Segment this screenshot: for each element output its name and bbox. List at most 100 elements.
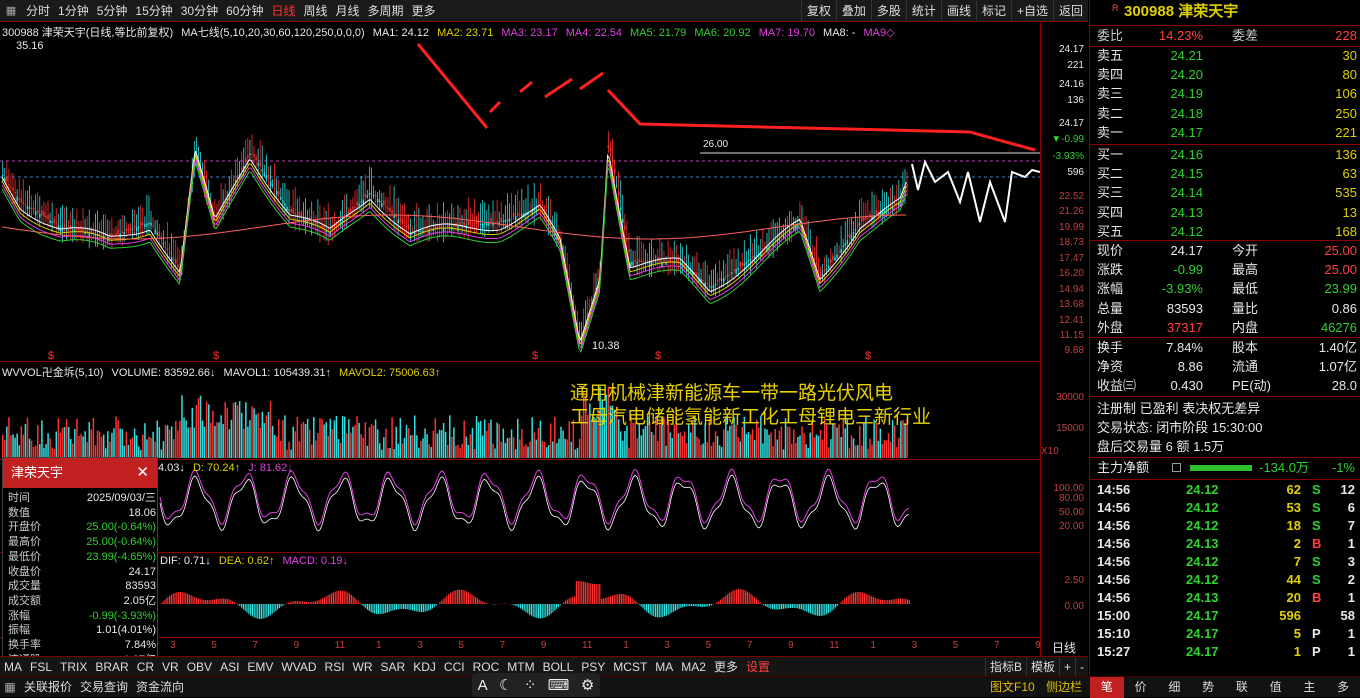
tab-multi-period[interactable]: 多周期: [364, 0, 408, 22]
menu-icon[interactable]: [1172, 463, 1181, 472]
keyboard-icon[interactable]: ⌨: [548, 676, 570, 694]
indicator-tab[interactable]: CCI: [440, 658, 469, 676]
tick-time: 15:10: [1097, 625, 1130, 643]
grid-icon[interactable]: ▦: [0, 680, 20, 694]
macd-bar: [747, 592, 748, 604]
indicator-tab[interactable]: EMV: [243, 658, 277, 676]
volume-bar: [313, 417, 315, 458]
tab-5min[interactable]: 5分钟: [93, 0, 132, 22]
indicator-tab[interactable]: VR: [158, 658, 183, 676]
indicator-tab[interactable]: SAR: [377, 658, 410, 676]
indicator-control[interactable]: -: [1075, 658, 1088, 676]
tab-60min[interactable]: 60分钟: [222, 0, 267, 22]
indicator-tab[interactable]: 设置: [742, 658, 774, 676]
bids-row[interactable]: 买二24.1563: [1090, 165, 1360, 183]
stats-button[interactable]: 统计: [906, 0, 941, 22]
indicator-tab[interactable]: FSL: [26, 658, 56, 676]
indicator-tab[interactable]: TRIX: [56, 658, 91, 676]
bids-row[interactable]: 买三24.14535: [1090, 184, 1360, 202]
asks-row[interactable]: 卖五24.2130: [1090, 47, 1360, 65]
candle-body: [290, 209, 292, 212]
tab-monthly[interactable]: 月线: [332, 0, 364, 22]
indicator-tab[interactable]: MCST: [609, 658, 651, 676]
right-tab[interactable]: 价: [1124, 677, 1158, 698]
tab-30min[interactable]: 30分钟: [177, 0, 222, 22]
indicator-tab[interactable]: KDJ: [409, 658, 440, 676]
draw-button[interactable]: 画线: [941, 0, 976, 22]
indicator-tab[interactable]: OBV: [183, 658, 216, 676]
candle-body: [354, 206, 356, 207]
overlay-button[interactable]: 叠加: [836, 0, 871, 22]
adjust-button[interactable]: 复权: [801, 0, 836, 22]
indicator-tab[interactable]: WR: [349, 658, 377, 676]
macd-bar: [522, 604, 523, 610]
right-tab[interactable]: 联: [1225, 677, 1259, 698]
bids-row[interactable]: 买五24.12168: [1090, 223, 1360, 241]
asks-row[interactable]: 卖二24.18250: [1090, 105, 1360, 123]
back-button[interactable]: 返回: [1053, 0, 1088, 22]
right-tab[interactable]: 值: [1259, 677, 1293, 698]
macd-bar: [594, 584, 595, 604]
quote-label: 净资: [1097, 358, 1123, 376]
indicator-tab[interactable]: ASI: [216, 658, 243, 676]
indicator-tab[interactable]: MA: [0, 658, 26, 676]
add-watchlist-button[interactable]: +自选: [1011, 0, 1053, 22]
indicator-tab[interactable]: MA: [651, 658, 677, 676]
chart-area[interactable]: $$$$$ 300988 津荣天宇(日线,等比前复权) MA七线(5,10,20…: [0, 22, 1088, 656]
mark-button[interactable]: 标记: [976, 0, 1011, 22]
candle-body: [8, 184, 10, 185]
tab-15min[interactable]: 15分钟: [131, 0, 176, 22]
quote-label: 最低: [1232, 280, 1258, 298]
right-tab[interactable]: 笔: [1090, 677, 1124, 698]
related-quote-link[interactable]: 关联报价: [20, 678, 76, 696]
volume-bar: [437, 434, 439, 458]
macd-bar: [831, 604, 832, 611]
close-icon[interactable]: ✕: [136, 458, 149, 488]
candle-body: [251, 154, 253, 155]
tab-daily[interactable]: 日线: [267, 0, 299, 22]
candle-body: [138, 227, 140, 229]
indicator-control[interactable]: +: [1059, 658, 1075, 676]
indicator-tab[interactable]: MA2: [677, 658, 710, 676]
date-tick: 3: [170, 640, 176, 651]
moon-icon[interactable]: ☾: [499, 676, 512, 694]
indicator-control[interactable]: 指标B: [985, 658, 1026, 676]
fund-flow-link[interactable]: 资金流向: [132, 678, 188, 696]
f10-link[interactable]: 图文F10: [986, 678, 1039, 696]
bids-row[interactable]: 买四24.1313: [1090, 204, 1360, 222]
tab-fenshi[interactable]: 分时: [22, 0, 54, 22]
macd-bar: [426, 604, 427, 611]
right-tab[interactable]: 多: [1326, 677, 1360, 698]
sidebar-link[interactable]: 侧边栏: [1042, 678, 1086, 696]
gear-icon[interactable]: ⚙: [581, 676, 594, 694]
tab-more[interactable]: 更多: [408, 0, 440, 22]
dots-icon[interactable]: ⁘: [524, 676, 537, 694]
asks-row[interactable]: 卖一24.17221: [1090, 124, 1360, 142]
volume-bar: [562, 431, 564, 458]
candle-body: [16, 197, 18, 201]
grid-icon[interactable]: ▦: [0, 0, 22, 22]
multi-stock-button[interactable]: 多股: [871, 0, 906, 22]
macd-bar: [795, 604, 796, 608]
volume-bar: [66, 419, 68, 458]
trade-query-link[interactable]: 交易查询: [76, 678, 132, 696]
right-tab[interactable]: 细: [1158, 677, 1192, 698]
tab-1min[interactable]: 1分钟: [54, 0, 93, 22]
right-tab[interactable]: 势: [1191, 677, 1225, 698]
indicator-tab[interactable]: BRAR: [91, 658, 132, 676]
indicator-control[interactable]: 模板: [1026, 658, 1059, 676]
candle-body: [121, 231, 123, 232]
asks-row[interactable]: 卖四24.2080: [1090, 66, 1360, 84]
asks-row[interactable]: 卖三24.19106: [1090, 85, 1360, 103]
indicator-tab[interactable]: RSI: [321, 658, 349, 676]
tab-weekly[interactable]: 周线: [299, 0, 331, 22]
bids-row[interactable]: 买一24.16136: [1090, 146, 1360, 164]
text-icon[interactable]: A: [478, 677, 488, 694]
mavol1-value: MAVOL1: 105439.31↑: [224, 367, 331, 379]
bids-volume: 13: [1343, 204, 1357, 222]
right-tab[interactable]: 主: [1293, 677, 1327, 698]
indicator-tab[interactable]: CR: [133, 658, 158, 676]
volume-bar: [501, 442, 503, 458]
indicator-tab[interactable]: 更多: [710, 658, 742, 676]
indicator-tab[interactable]: WVAD: [277, 658, 320, 676]
